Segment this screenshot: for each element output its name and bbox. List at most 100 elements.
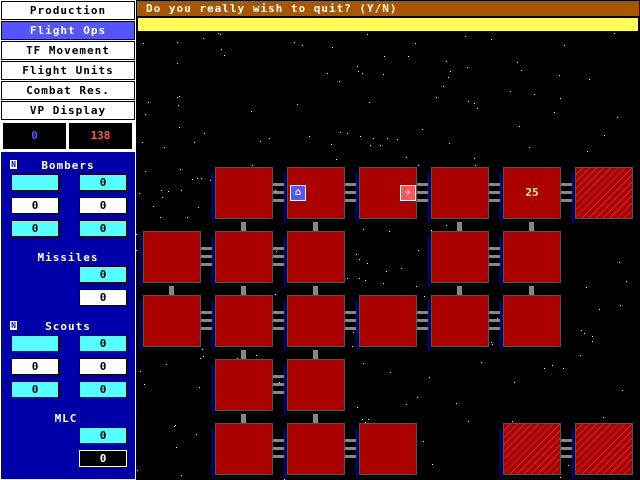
mlc-field[interactable]: 0 — [79, 427, 127, 444]
star — [197, 178, 198, 179]
sector-tile[interactable] — [215, 359, 273, 411]
fighter-plane-icon[interactable]: ✈ — [400, 185, 416, 201]
scouts-field[interactable] — [11, 335, 59, 352]
star — [363, 229, 364, 230]
star — [310, 347, 311, 348]
star — [213, 378, 214, 379]
star — [619, 262, 620, 263]
star — [380, 145, 381, 146]
star — [586, 287, 587, 288]
star — [204, 133, 205, 134]
bombers-field[interactable]: 0 — [11, 220, 59, 237]
sector-tile[interactable]: ⌂ — [287, 167, 345, 219]
star — [181, 190, 182, 191]
star — [383, 283, 384, 284]
menu-tf-movement[interactable]: TF Movement — [1, 41, 135, 60]
star — [402, 221, 403, 222]
carrier-icon[interactable]: ⌂ — [290, 185, 306, 201]
scouts-field[interactable]: 0 — [79, 358, 127, 375]
missiles-field[interactable]: 0 — [79, 266, 127, 283]
sector-tile[interactable] — [287, 231, 345, 283]
star — [384, 56, 385, 57]
star — [614, 33, 615, 34]
menu-vp-display[interactable]: VP Display — [1, 101, 135, 120]
sector-tile[interactable] — [215, 423, 273, 475]
menu-combat-res[interactable]: Combat Res. — [1, 81, 135, 100]
star — [162, 197, 163, 198]
corridor — [273, 191, 287, 194]
star — [580, 355, 581, 356]
star — [196, 434, 197, 435]
menu-flight-units[interactable]: Flight Units — [1, 61, 135, 80]
bombers-field[interactable]: 0 — [79, 220, 127, 237]
sector-tile[interactable] — [215, 231, 273, 283]
scouts-field[interactable]: 0 — [79, 335, 127, 352]
sector-tile[interactable]: ✈ — [359, 167, 417, 219]
sector-tile-hazard[interactable] — [575, 423, 633, 475]
sector-map[interactable]: ⌂ ✈ 25 — [136, 33, 640, 480]
star — [221, 49, 222, 50]
scouts-field[interactable]: 0 — [79, 381, 127, 398]
scouts-field[interactable]: 0 — [11, 358, 59, 375]
bombers-field[interactable]: 0 — [11, 197, 59, 214]
scouts-title: Scouts — [45, 320, 91, 333]
sector-tile[interactable] — [359, 295, 417, 347]
star — [587, 151, 588, 152]
star — [175, 425, 176, 426]
star — [358, 71, 359, 72]
sector-tile[interactable]: 25 — [503, 167, 561, 219]
corridor — [273, 391, 287, 394]
sector-tile[interactable] — [143, 295, 201, 347]
scouts-field[interactable]: 0 — [11, 381, 59, 398]
star — [192, 179, 193, 180]
corridor — [273, 455, 287, 458]
corridor — [313, 347, 318, 359]
sector-tile[interactable] — [287, 295, 345, 347]
star — [564, 45, 565, 46]
missiles-field[interactable]: 0 — [79, 289, 127, 306]
corridor — [201, 247, 215, 250]
bombers-field[interactable] — [11, 174, 59, 191]
star — [347, 278, 348, 279]
sector-tile[interactable] — [143, 231, 201, 283]
sector-tile[interactable] — [287, 359, 345, 411]
sector-tile[interactable] — [431, 167, 489, 219]
star — [194, 142, 195, 143]
corridor — [241, 411, 246, 423]
sector-tile[interactable] — [503, 295, 561, 347]
mlc-field[interactable]: 0 — [79, 450, 127, 467]
sector-tile[interactable] — [359, 423, 417, 475]
star — [534, 349, 535, 350]
sector-tile[interactable] — [215, 295, 273, 347]
star — [622, 390, 623, 391]
sector-tile-hazard[interactable] — [503, 423, 561, 475]
star — [367, 263, 368, 264]
sector-tile[interactable] — [431, 295, 489, 347]
star — [501, 176, 502, 177]
star — [164, 147, 165, 148]
menu-production[interactable]: Production — [1, 1, 135, 20]
corridor — [345, 183, 359, 186]
mlc-title: MLC — [54, 412, 78, 425]
star — [371, 475, 372, 476]
star — [415, 43, 416, 44]
sector-tile-hazard[interactable] — [575, 167, 633, 219]
star — [363, 363, 364, 364]
menu-flight-ops[interactable]: Flight Ops — [1, 21, 135, 40]
bombers-field[interactable]: 0 — [79, 197, 127, 214]
corridor — [241, 219, 246, 231]
star — [210, 180, 211, 181]
bombers-field[interactable]: 0 — [79, 174, 127, 191]
star — [362, 73, 363, 74]
corridor — [489, 247, 503, 250]
star — [276, 251, 277, 252]
sector-tile[interactable] — [503, 231, 561, 283]
star — [294, 42, 295, 43]
sector-tile[interactable] — [431, 231, 489, 283]
star — [202, 349, 203, 350]
star — [370, 145, 371, 146]
star — [559, 75, 560, 76]
prompt-input[interactable] — [137, 17, 639, 32]
sector-tile[interactable] — [215, 167, 273, 219]
sector-tile[interactable] — [287, 423, 345, 475]
